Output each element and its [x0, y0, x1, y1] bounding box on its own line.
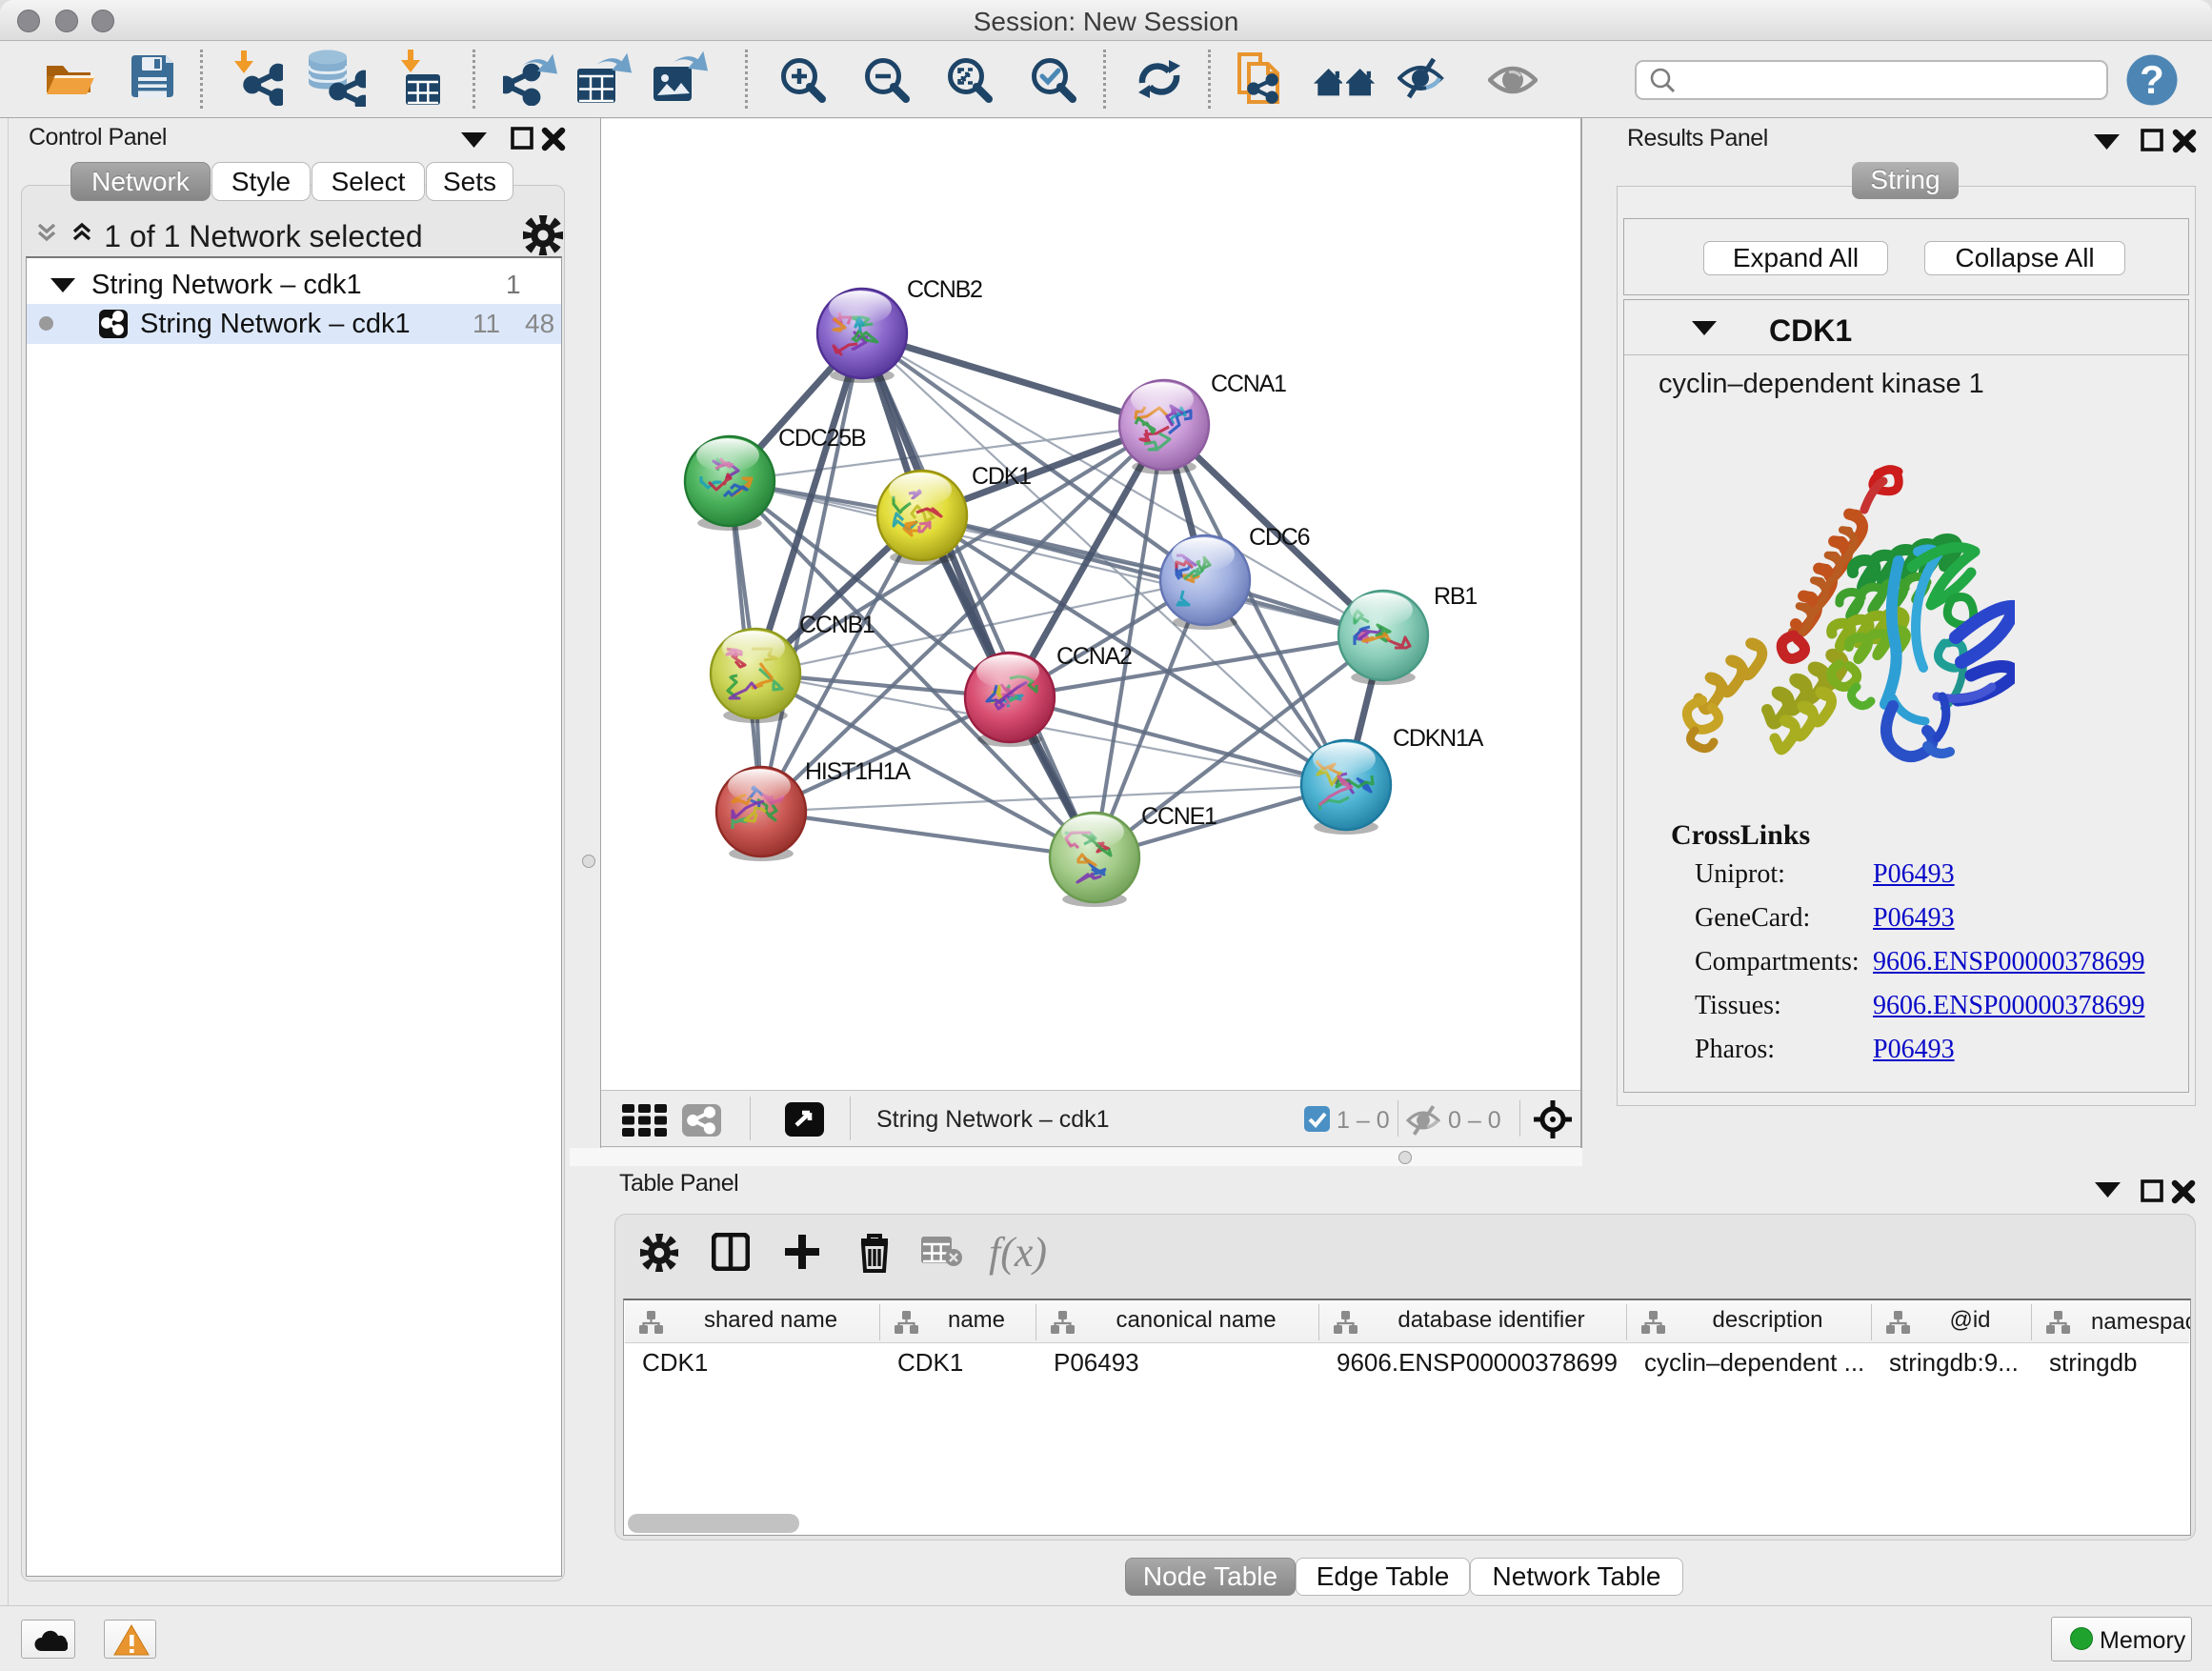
svg-text:CCNB1: CCNB1: [799, 612, 875, 638]
svg-text:RB1: RB1: [1434, 583, 1477, 610]
svg-text:HIST1H1A: HIST1H1A: [805, 758, 911, 785]
svg-text:CDKN1A: CDKN1A: [1393, 725, 1484, 752]
svg-text:?: ?: [2140, 57, 2164, 102]
svg-text:CCNA2: CCNA2: [1056, 643, 1132, 670]
svg-text:CCNE1: CCNE1: [1141, 803, 1217, 830]
svg-text:CDC25B: CDC25B: [778, 425, 866, 452]
svg-text:CDK1: CDK1: [972, 463, 1031, 490]
svg-text:CDC6: CDC6: [1249, 524, 1310, 551]
svg-text:CCNA1: CCNA1: [1211, 371, 1286, 397]
svg-text:CCNB2: CCNB2: [907, 276, 982, 303]
